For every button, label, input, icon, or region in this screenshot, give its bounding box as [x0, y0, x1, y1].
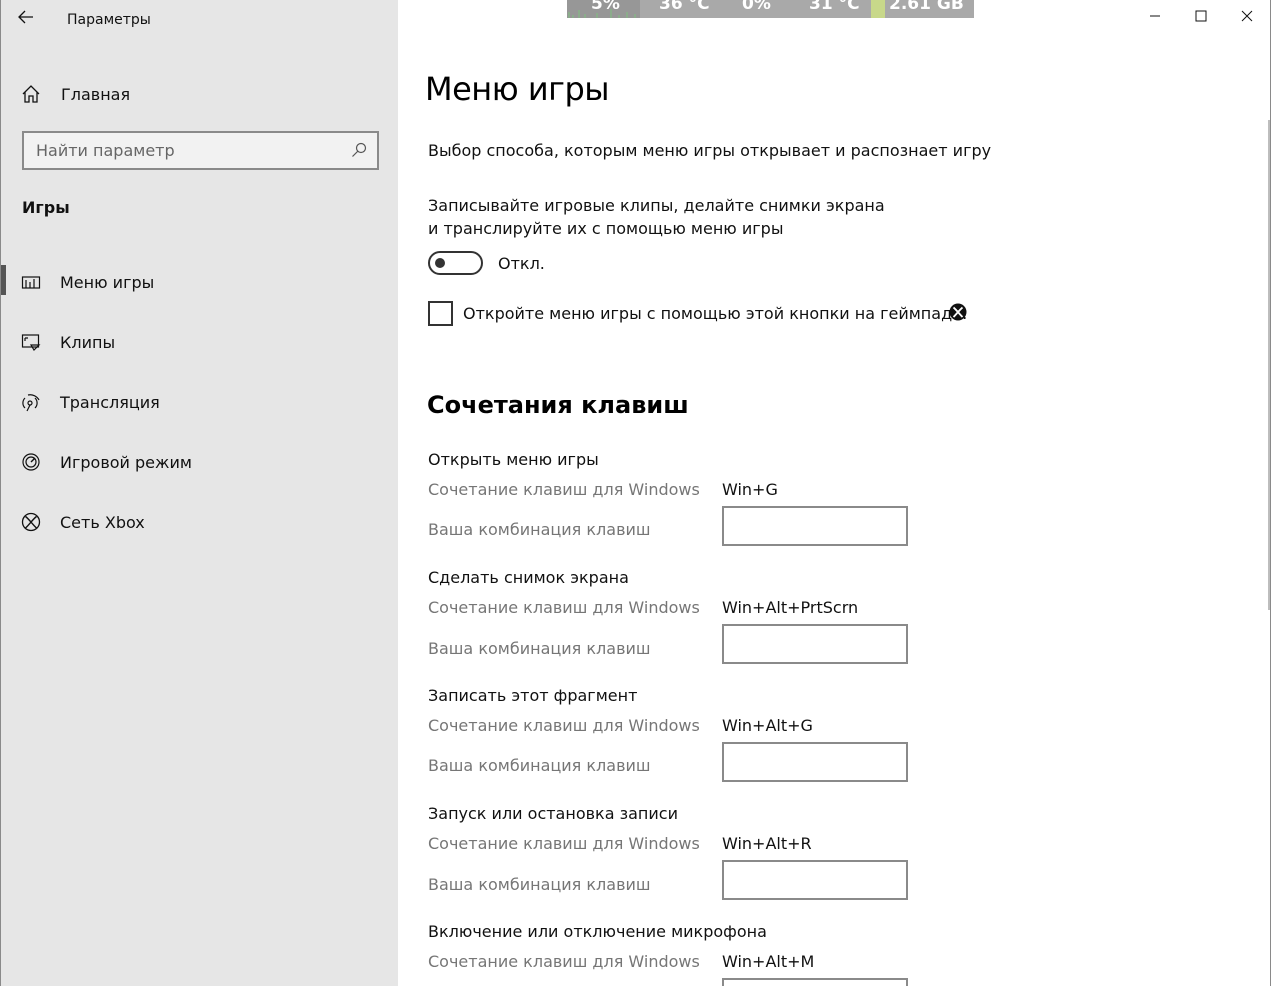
search-field[interactable]	[22, 131, 379, 170]
sidebar-item-broadcast[interactable]: Трансляция	[1, 381, 399, 423]
search-input[interactable]	[36, 141, 336, 160]
gamepad-button-checkbox[interactable]	[428, 301, 453, 326]
sidebar-item-label: Клипы	[60, 332, 116, 352]
sidebar-item-game-mode[interactable]: Игровой режим	[1, 441, 399, 483]
sidebar-item-label: Трансляция	[60, 392, 160, 412]
custom-shortcut-input[interactable]	[722, 860, 908, 900]
custom-shortcut-label: Ваша комбинация клавиш	[428, 520, 651, 539]
shortcut-title: Включение или отключение микрофона	[428, 922, 767, 941]
custom-shortcut-label: Ваша комбинация клавиш	[428, 639, 651, 658]
shortcut-title: Открыть меню игры	[428, 450, 599, 469]
home-icon	[22, 85, 40, 103]
back-button[interactable]	[9, 4, 43, 30]
windows-shortcut-label: Сочетание клавиш для Windows	[428, 480, 700, 499]
sidebar-item-game-bar[interactable]: Меню игры	[1, 261, 399, 303]
windows-shortcut-value: Win+Alt+G	[722, 716, 813, 735]
windows-shortcut-label: Сочетание клавиш для Windows	[428, 952, 700, 971]
main-content: Меню игры Выбор способа, которым меню иг…	[398, 0, 1271, 986]
xbox-icon	[21, 512, 41, 532]
custom-shortcut-label: Ваша комбинация клавиш	[428, 756, 651, 775]
toggle-description: Записывайте игровые клипы, делайте снимк…	[428, 196, 885, 238]
custom-shortcut-input[interactable]	[722, 978, 908, 986]
sidebar-item-label: Меню игры	[60, 272, 155, 292]
windows-shortcut-value: Win+Alt+M	[722, 952, 815, 971]
custom-shortcut-label: Ваша комбинация клавиш	[428, 875, 651, 894]
game-mode-icon	[21, 452, 41, 472]
back-arrow-icon	[18, 10, 33, 24]
windows-shortcut-value: Win+G	[722, 480, 778, 499]
app-title: Параметры	[67, 12, 151, 28]
custom-shortcut-input[interactable]	[722, 506, 908, 546]
windows-shortcut-value: Win+Alt+R	[722, 834, 812, 853]
sidebar-item-xbox-network[interactable]: Сеть Xbox	[1, 501, 399, 543]
broadcast-icon	[21, 392, 41, 412]
shortcut-title: Запуск или остановка записи	[428, 804, 678, 823]
windows-shortcut-label: Сочетание клавиш для Windows	[428, 834, 700, 853]
sidebar-section-label: Игры	[22, 198, 70, 217]
xbox-button-icon	[949, 303, 967, 321]
shortcut-title: Записать этот фрагмент	[428, 686, 638, 705]
search-icon	[352, 142, 367, 157]
shortcuts-section-title: Сочетания клавиш	[427, 391, 689, 419]
sidebar-item-clips[interactable]: Клипы	[1, 321, 399, 363]
checkbox-label: Откройте меню игры с помощью этой кнопки…	[463, 304, 968, 323]
game-bar-toggle[interactable]	[428, 251, 483, 275]
custom-shortcut-input[interactable]	[722, 742, 908, 782]
sidebar-item-label: Главная	[61, 84, 131, 104]
clips-icon	[21, 332, 41, 352]
toggle-state-label: Откл.	[498, 254, 545, 273]
shortcut-title: Сделать снимок экрана	[428, 568, 629, 587]
custom-shortcut-input[interactable]	[722, 624, 908, 664]
windows-shortcut-label: Сочетание клавиш для Windows	[428, 716, 700, 735]
page-title: Меню игры	[425, 70, 610, 108]
windows-shortcut-value: Win+Alt+PrtScrn	[722, 598, 859, 617]
sidebar-item-label: Игровой режим	[60, 452, 192, 472]
windows-shortcut-label: Сочетание клавиш для Windows	[428, 598, 700, 617]
page-description: Выбор способа, которым меню игры открыва…	[428, 141, 992, 160]
toggle-knob	[435, 258, 445, 268]
sidebar-item-home[interactable]: Главная	[21, 80, 130, 108]
game-bar-icon	[21, 272, 41, 292]
sidebar-item-label: Сеть Xbox	[60, 512, 145, 532]
sidebar: Параметры Главная Игры Меню игры	[0, 0, 398, 986]
